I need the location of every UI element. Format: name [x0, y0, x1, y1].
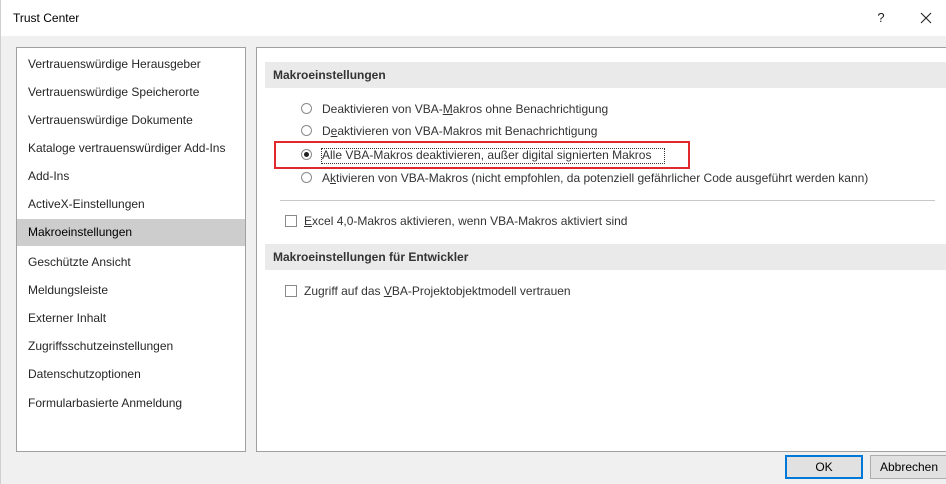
nav-item-vertrauenswuerdige-herausgeber[interactable]: Vertrauenswürdige Herausgeber: [17, 51, 245, 78]
close-icon: [920, 12, 932, 24]
option-label: Deaktivieren von VBA-Makros ohne Benachr…: [322, 102, 609, 116]
radio-button[interactable]: [301, 103, 312, 114]
option-label: Zugriff auf das VBA-Projektobjektmodell …: [304, 284, 571, 298]
checkbox-vba-project-access[interactable]: Zugriff auf das VBA-Projektobjektmodell …: [285, 281, 925, 301]
nav-item-zugriffsschutzeinstellungen[interactable]: Zugriffsschutzeinstellungen: [17, 333, 245, 360]
radio-option-disable-without-notification[interactable]: Deaktivieren von VBA-Makros ohne Benachr…: [301, 99, 941, 119]
dialog-title: Trust Center: [13, 11, 80, 25]
radio-button[interactable]: [301, 125, 312, 136]
nav-item-formularbasierte-anmeldung[interactable]: Formularbasierte Anmeldung: [17, 390, 245, 417]
nav-item-meldungsleiste[interactable]: Meldungsleiste: [17, 277, 245, 304]
nav-item-makroeinstellungen[interactable]: Makroeinstellungen: [17, 219, 245, 246]
nav-item-vertrauenswuerdige-speicherorte[interactable]: Vertrauenswürdige Speicherorte: [17, 79, 245, 106]
checkbox[interactable]: [285, 285, 297, 297]
section-header-entwickler: Makroeinstellungen für Entwickler: [265, 244, 946, 270]
nav-item-activex-einstellungen[interactable]: ActiveX-Einstellungen: [17, 191, 245, 218]
checkbox-excel4-macros[interactable]: Excel 4,0-Makros aktivieren, wenn VBA-Ma…: [285, 211, 925, 231]
nav-item-datenschutzoptionen[interactable]: Datenschutzoptionen: [17, 361, 245, 388]
annotation-highlight-box: [274, 141, 690, 169]
radio-option-disable-with-notification[interactable]: Deaktivieren von VBA-Makros mit Benachri…: [301, 121, 941, 141]
radio-button[interactable]: [301, 172, 312, 183]
trust-center-dialog: Trust Center ? Vertrauenswürdige Herausg…: [0, 0, 946, 484]
nav-item-kataloge-add-ins[interactable]: Kataloge vertrauenswürdiger Add-Ins: [17, 135, 245, 162]
option-label: Deaktivieren von VBA-Makros mit Benachri…: [322, 124, 598, 138]
help-button[interactable]: ?: [869, 6, 893, 30]
category-list: Vertrauenswürdige Herausgeber Vertrauens…: [16, 47, 246, 452]
nav-item-geschuetzte-ansicht[interactable]: Geschützte Ansicht: [17, 249, 245, 276]
checkbox[interactable]: [285, 215, 297, 227]
cancel-button[interactable]: Abbrechen: [870, 455, 946, 479]
close-button[interactable]: [913, 6, 939, 30]
nav-item-add-ins[interactable]: Add-Ins: [17, 163, 245, 190]
radio-option-enable-all-macros[interactable]: Aktivieren von VBA-Makros (nicht empfohl…: [301, 168, 941, 188]
nav-item-externer-inhalt[interactable]: Externer Inhalt: [17, 305, 245, 332]
option-label: Aktivieren von VBA-Makros (nicht empfohl…: [322, 171, 869, 185]
section-separator: [280, 200, 935, 201]
nav-item-vertrauenswuerdige-dokumente[interactable]: Vertrauenswürdige Dokumente: [17, 107, 245, 134]
option-label: Excel 4,0-Makros aktivieren, wenn VBA-Ma…: [304, 214, 628, 228]
ok-button[interactable]: OK: [785, 455, 863, 479]
title-bar: Trust Center ?: [1, 0, 946, 36]
section-header-makroeinstellungen: Makroeinstellungen: [265, 62, 946, 88]
